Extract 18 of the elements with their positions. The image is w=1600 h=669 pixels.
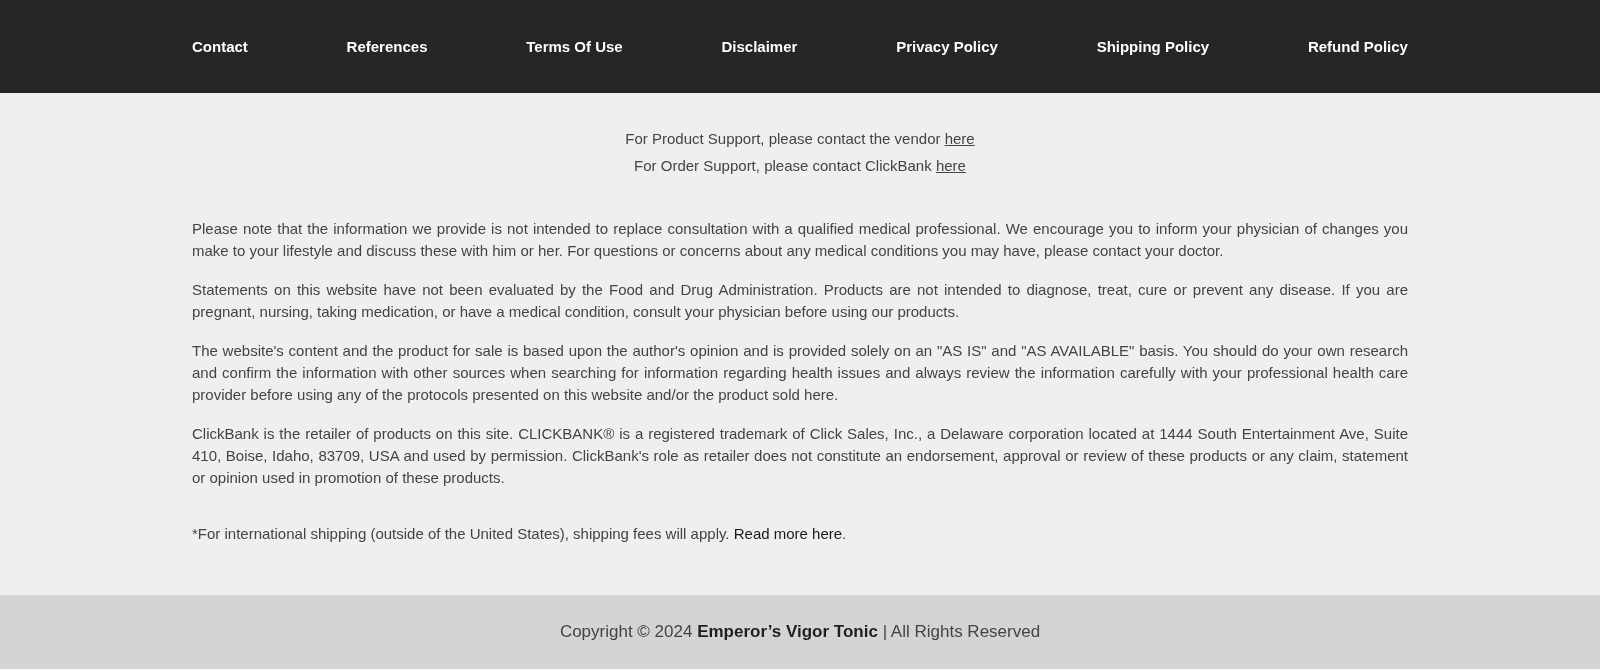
nav-link[interactable]: Privacy Policy bbox=[896, 38, 998, 55]
here-link[interactable]: here bbox=[944, 130, 975, 147]
nav-link[interactable]: Shipping Policy bbox=[1096, 38, 1210, 55]
nav-link[interactable]: Contact bbox=[192, 38, 248, 55]
nav-link[interactable]: References bbox=[346, 38, 428, 55]
disclaimer-paragraph: ClickBank is the retailer of products on this site. CLICKBANK® is a registered trademark of Click Sales, Inc., a Delaware corporation located at 1444 South Entertainment Ave, Suite 410, Boise, Idaho, 83709, USA and used by permission. ClickBank's role as retailer does not constitute an endorsement, approval or review of these products or any claim, statement or opinion used in promotion of these products. bbox=[192, 424, 1408, 488]
disclaimer-paragraph: The website's content and the product for sale is based upon the author's opinion and is provided solely on an "AS IS" and "AS AVAILABLE" basis. You should do your own research and confirm the information with other sources when searching for information regarding health issues and always review the information carefully with your professional health care provider before using any of the protocols presented on this website and/or the product sold here. bbox=[192, 341, 1408, 405]
read-more-link[interactable]: Read more here bbox=[733, 525, 843, 542]
shipping-note: *For international shipping (outside of the United States), shipping fees will apply. Read more here. bbox=[192, 524, 848, 544]
support-text: For Product Support, please contact the vendor here bbox=[625, 129, 975, 149]
nav-link[interactable]: Refund Policy bbox=[1307, 38, 1408, 55]
disclaimer-paragraph: Statements on this website have not been evaluated by the Food and Drug Administration. Products are not intended to diagnose, treat, cure or prevent any disease. If you are pregnant, nursing, taking medication, or have a medical condition, consult your physician before using our products. bbox=[192, 280, 1408, 322]
copyright-text: Copyright © 2024 Emperor’s Vigor Tonic | All Rights Reserved bbox=[559, 622, 1041, 642]
here-link[interactable]: here bbox=[935, 157, 966, 174]
nav-link[interactable]: Disclaimer bbox=[721, 38, 798, 55]
support-text: For Order Support, please contact ClickBank here bbox=[634, 156, 966, 176]
disclaimer-paragraph: Please note that the information we provide is not intended to replace consultation with a qualified medical professional. We encourage you to inform your physician of changes you make to your lifestyle and discuss these with him or her. For questions or concerns about any medical conditions you may have, please contact your doctor. bbox=[192, 219, 1408, 261]
nav-link[interactable]: Terms Of Use bbox=[526, 38, 623, 55]
